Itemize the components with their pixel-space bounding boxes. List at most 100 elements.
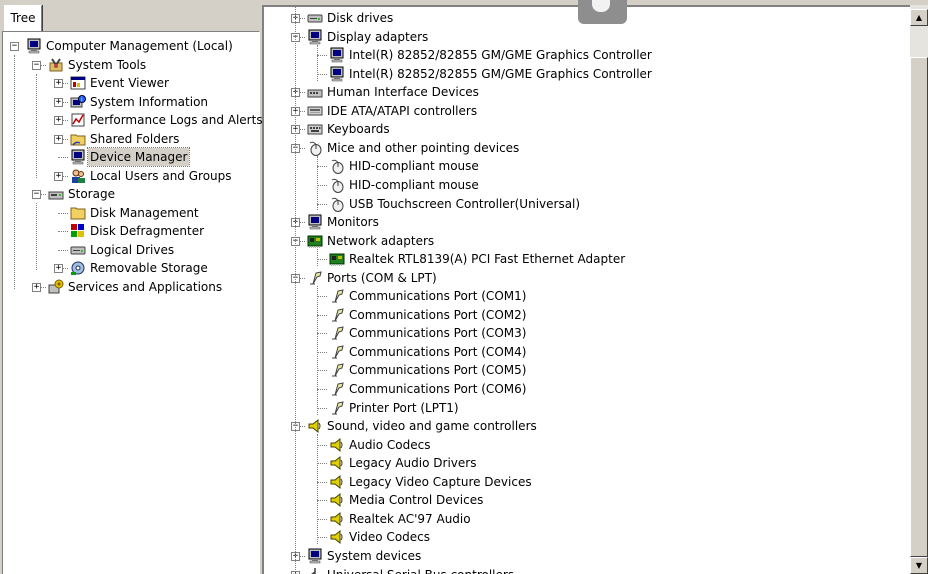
expand-icon[interactable]: + [54,79,63,88]
expand-icon[interactable]: + [32,282,41,292]
console-tree-item[interactable]: − Storage [3,185,259,203]
tree-connector-line [317,55,327,57]
device-tree-item[interactable]: Video Codecs [264,528,928,546]
console-tree-item[interactable]: + Performance Logs and Alerts [3,111,263,129]
device-tree-item[interactable]: +Universal Serial Bus controllers [264,566,928,574]
device-tree-item[interactable]: − Sound, video and game controllers [264,417,928,435]
logical-drives-icon [70,242,86,258]
device-tree-item[interactable]: Printer Port (LPT1) [264,399,928,417]
scroll-thumb[interactable] [910,57,928,557]
device-tree-item[interactable]: + Keyboards [264,120,928,138]
device-tree-label: Realtek AC'97 Audio [349,511,471,526]
tree-connector-line [58,231,68,232]
device-tree-item[interactable]: USB Touchscreen Controller(Universal) [264,195,928,213]
vertical-scrollbar[interactable]: ▲ ▼ [910,5,928,574]
collapse-icon[interactable]: − [32,190,41,199]
expand-icon[interactable]: + [54,97,63,107]
tree-connector-line [317,518,327,520]
ide-controller-icon [307,103,323,119]
device-tree-item[interactable]: + Human Interface Devices [264,83,928,101]
device-tree-label: Printer Port (LPT1) [349,400,459,415]
disk-management-icon [70,205,86,221]
usb-icon [307,567,323,574]
console-tree-item[interactable]: Logical Drives [3,241,259,259]
device-tree-item[interactable]: Legacy Audio Drivers [264,454,928,472]
console-tree-item[interactable]: + Shared Folders [3,130,259,148]
overlay-handle [578,0,627,24]
console-tree-label: System Information [90,94,209,109]
device-tree-label: Legacy Audio Drivers [349,456,477,471]
device-tree-label: Universal Serial Bus controllers [325,566,516,574]
local-users-icon [70,168,86,184]
console-tree-item[interactable]: Disk Management [3,204,259,222]
port-icon [329,400,345,416]
collapse-icon[interactable]: − [10,42,19,51]
device-tree-item[interactable]: Communications Port (COM4) [264,343,928,361]
expand-icon[interactable]: + [54,264,63,273]
console-tree-item[interactable]: Disk Defragmenter [3,222,259,240]
device-tree-item[interactable]: − Mice and other pointing devices [264,139,928,157]
console-tree-item[interactable]: − Computer Management (Local) [3,37,259,55]
tab-tree[interactable]: Tree [4,5,42,32]
keyboard-icon [307,121,323,137]
device-manager-icon [70,149,86,165]
port-icon [329,325,345,341]
left-tab-bar: Tree [0,0,260,32]
tree-connector-line [58,249,68,251]
collapse-icon[interactable]: − [32,60,41,70]
tree-connector-line [317,249,318,266]
device-tree-item[interactable]: Communications Port (COM3) [264,324,928,342]
console-tree-item[interactable]: + i System Information [3,93,259,111]
expand-icon[interactable]: + [54,171,63,181]
device-tree-item[interactable]: + IDE ATA/ATAPI controllers [264,102,928,120]
device-tree-item[interactable]: HID-compliant mouse [264,157,928,175]
device-tree-item[interactable]: − Ports (COM & LPT) [264,269,928,287]
speaker-icon [329,437,345,453]
console-tree-pane: − Computer Management (Local) − System Tool… [2,31,263,574]
console-tree-item[interactable]: + Services and Applications [3,278,259,296]
tree-connector-line [317,184,327,186]
speaker-icon [329,511,345,527]
scroll-up-button[interactable]: ▲ [910,9,928,26]
device-tree-label: Communications Port (COM6) [349,382,527,396]
device-tree-item[interactable]: Communications Port (COM5) [264,361,928,379]
tree-connector-line [317,296,327,298]
console-tree-item[interactable]: − System Tools [3,56,259,74]
device-tree-item[interactable]: Realtek RTL8139(A) PCI Fast Ethernet Ada… [264,250,928,268]
device-tree-item[interactable]: Intel(R) 82852/82855 GM/GME Graphics Con… [264,65,928,83]
performance-logs-icon [70,112,86,128]
device-tree-item[interactable]: − Display adapters [264,28,928,46]
expand-icon[interactable]: + [54,134,63,144]
console-tree-item[interactable]: + Local Users and Groups [3,167,259,185]
device-tree-item[interactable]: Realtek AC'97 Audio [264,510,928,528]
event-viewer-icon [70,75,86,91]
device-tree-item[interactable]: + System devices [264,547,928,565]
scroll-down-button[interactable]: ▼ [910,557,928,574]
port-icon [329,381,345,397]
device-tree-item[interactable]: − Network adapters [264,232,928,250]
device-tree-item[interactable]: HID-compliant mouse [264,176,928,194]
console-tree-item[interactable]: Device Manager [3,147,259,167]
expand-icon[interactable]: + [54,116,63,125]
device-tree-label: HID-compliant mouse [349,159,479,174]
network-card-icon [329,251,345,267]
device-tree-item[interactable]: Intel(R) 82852/82855 GM/GME Graphics Con… [264,46,928,64]
device-tree-item[interactable]: Legacy Video Capture Devices [264,473,928,491]
device-tree-item[interactable]: Communications Port (COM6) [264,380,928,398]
device-tree-item[interactable]: Audio Codecs [264,436,928,454]
port-icon [329,362,345,378]
device-tree-item[interactable]: + Monitors [264,213,928,231]
tree-connector-line [317,333,327,335]
tree-connector-line [317,434,318,544]
device-tree-item[interactable]: Media Control Devices [264,491,928,509]
console-tree-label: Device Manager [86,147,191,167]
device-tree-label: Communications Port (COM1) [349,289,527,304]
device-tree-label: Intel(R) 82852/82855 GM/GME Graphics Con… [349,66,652,81]
speaker-icon [307,418,323,434]
device-tree-item[interactable]: Communications Port (COM1) [264,287,928,305]
device-tree-item[interactable]: Communications Port (COM2) [264,306,928,324]
console-tree-item[interactable]: + Removable Storage [3,259,259,277]
device-tree-label: Media Control Devices [349,493,484,508]
tree-connector-line [295,7,296,574]
console-tree-item[interactable]: + Event Viewer [3,74,259,92]
